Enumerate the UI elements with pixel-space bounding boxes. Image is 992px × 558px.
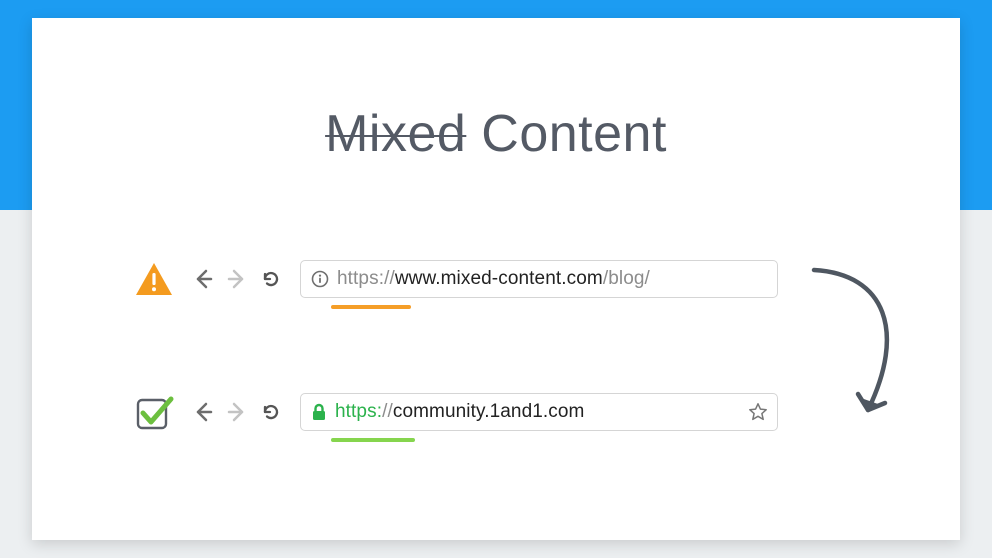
forward-arrow-icon (226, 401, 248, 423)
curved-flow-arrow-icon (808, 262, 914, 434)
star-outline-icon (748, 402, 768, 422)
protocol-underline-orange (331, 305, 411, 309)
url-protocol: https: (335, 401, 382, 422)
url-path: /blog/ (603, 268, 650, 289)
checkbox-checked-icon (134, 392, 174, 432)
warning-triangle-icon (134, 262, 174, 296)
page-title: Mixed Content (32, 104, 960, 164)
info-circle-icon (311, 270, 329, 288)
lock-icon (311, 403, 327, 421)
protocol-underline-green (331, 438, 415, 442)
stage: Mixed Content (0, 0, 992, 558)
reload-icon (260, 401, 282, 423)
nav-controls (188, 397, 286, 427)
example-row-insecure: https://www.mixed-content.com/blog/ (134, 260, 778, 298)
address-bar-insecure[interactable]: https://www.mixed-content.com/blog/ (300, 260, 778, 298)
nav-controls (188, 264, 286, 294)
url-protocol: https:// (337, 268, 395, 289)
url-text: https://www.mixed-content.com/blog/ (337, 268, 769, 290)
url-sep: // (382, 401, 393, 422)
reload-button[interactable] (256, 264, 286, 294)
back-button[interactable] (188, 264, 218, 294)
forward-arrow-icon (226, 268, 248, 290)
back-button[interactable] (188, 397, 218, 427)
title-rest: Content (481, 105, 667, 163)
title-strike-word: Mixed (325, 105, 466, 163)
reload-icon (260, 268, 282, 290)
address-bar-secure[interactable]: https://community.1and1.com (300, 393, 778, 431)
bookmark-star-button[interactable] (747, 402, 769, 422)
forward-button[interactable] (222, 264, 252, 294)
back-arrow-icon (192, 401, 214, 423)
url-host: www.mixed-content.com (395, 268, 603, 289)
reload-button[interactable] (256, 397, 286, 427)
url-host: community.1and1.com (393, 401, 585, 422)
content-card: Mixed Content (32, 18, 960, 540)
url-text: https://community.1and1.com (335, 401, 747, 423)
back-arrow-icon (192, 268, 214, 290)
forward-button[interactable] (222, 397, 252, 427)
example-row-secure: https://community.1and1.com (134, 392, 778, 432)
